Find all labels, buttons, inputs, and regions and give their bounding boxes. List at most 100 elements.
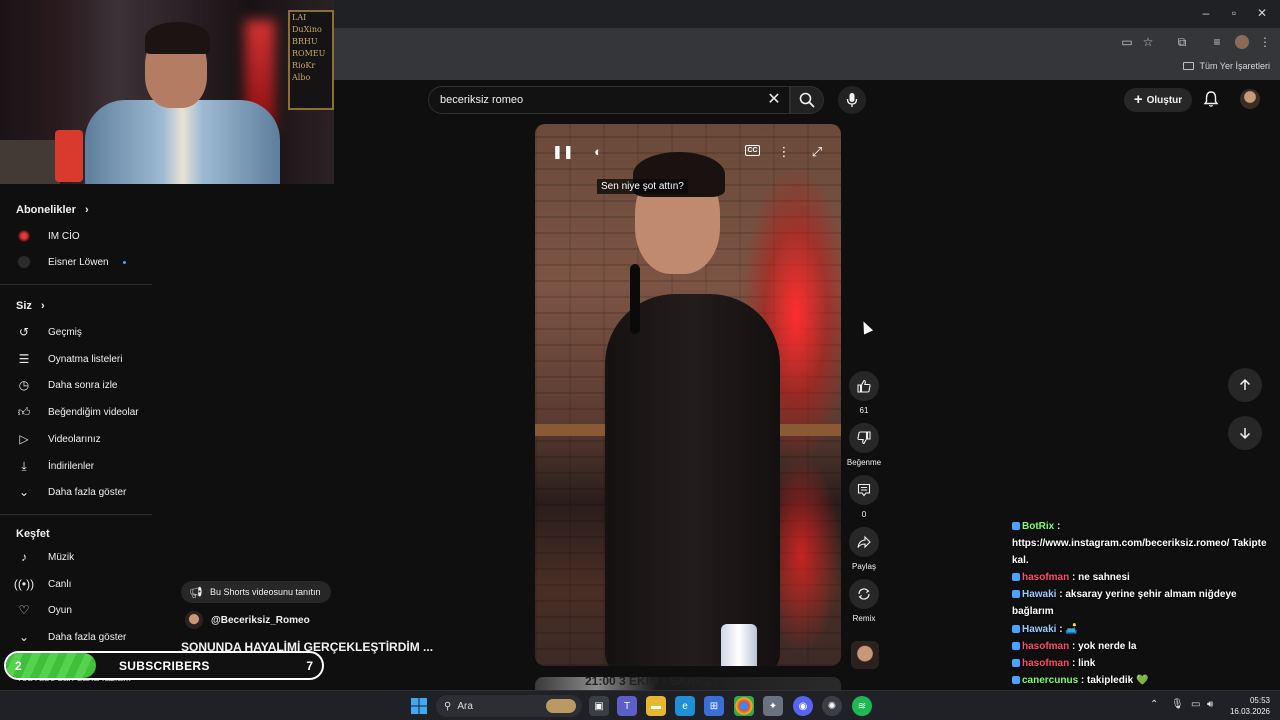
sidebar-item-playlists[interactable]: ☰ Oynatma listeleri	[16, 347, 156, 371]
like-button[interactable]	[849, 371, 879, 401]
sidebar-item-liked-videos[interactable]: 👍︎ Beğendiğim videolar	[16, 400, 156, 424]
channel-label: IM CİO	[48, 230, 80, 242]
tray-volume-icon[interactable]: 🔊︎	[1207, 699, 1213, 710]
captions-icon[interactable]: CC	[745, 145, 760, 156]
shorts-video-player[interactable]: ❚❚ ◐ ⋮ ⤢	[535, 124, 841, 666]
tray-chevron-up-icon[interactable]: ⌃	[1150, 699, 1158, 710]
sidebar-item-history[interactable]: ↺ Geçmiş	[16, 320, 156, 344]
teams-icon[interactable]: T	[617, 696, 637, 716]
comment-icon	[857, 483, 871, 497]
task-view-icon[interactable]: ▣	[589, 696, 609, 716]
chat-message: Hawaki : 🛋️	[1012, 621, 1280, 638]
next-short-preview[interactable]: 21:00 3 EKİM - SAAT 21:0	[535, 677, 841, 690]
media-control-icon[interactable]: ≡	[1210, 35, 1224, 49]
share-label: Paylaş	[851, 562, 876, 571]
discord-icon[interactable]: ◉	[793, 696, 813, 716]
chat-text: https://www.instagram.com/beceriksiz.rom…	[1012, 538, 1267, 567]
chrome-icon[interactable]	[734, 696, 754, 716]
minimize-icon[interactable]: –	[1198, 6, 1214, 20]
windows-start-icon[interactable]	[409, 696, 429, 716]
tray-microphone-icon[interactable]: 🎙︎	[1171, 699, 1184, 710]
chat-text: 🛋️	[1065, 623, 1078, 635]
chat-username: hasofman	[1022, 572, 1070, 584]
close-window-icon[interactable]: ✕	[1254, 6, 1270, 20]
board-line: BRHU	[292, 37, 318, 46]
you-title-text: Siz	[16, 300, 32, 312]
sidebar-item-label: Videolarınız	[48, 433, 101, 445]
bookmarks-bar	[334, 56, 1280, 80]
explore-section-title: Keşfet	[16, 528, 50, 540]
like-count: 61	[859, 406, 869, 415]
bookmark-star-icon[interactable]: ☆	[1141, 35, 1155, 49]
sidebar-item-label: Daha fazla göster	[48, 631, 127, 643]
sidebar-channel-eisner-lowen[interactable]: Eisner Löwen	[16, 250, 156, 274]
you-section-title[interactable]: Siz ›	[16, 300, 45, 312]
short-channel-link[interactable]: @Beceriksiz_Romeo	[185, 611, 310, 629]
edge-icon[interactable]: e	[675, 696, 695, 716]
fullscreen-icon[interactable]: ⤢	[807, 142, 827, 162]
history-icon: ↺	[18, 325, 30, 339]
chat-message: canercunus : takipledik 💚	[1012, 672, 1280, 689]
search-input[interactable]: beceriksiz romeo	[428, 86, 790, 114]
sidebar-item-show-more-explore[interactable]: ⌄ Daha fazla göster	[16, 625, 156, 649]
create-button[interactable]: + Oluştur	[1124, 88, 1192, 112]
tray-network-icon[interactable]: ▭	[1191, 699, 1200, 710]
volume-icon[interactable]: ◐	[588, 142, 608, 162]
maximize-icon[interactable]: ▫	[1226, 6, 1242, 20]
sidebar-item-gaming[interactable]: ♡ Oyun	[16, 598, 156, 622]
chat-username: Hawaki	[1022, 589, 1057, 601]
dislike-button[interactable]	[849, 423, 879, 453]
taskbar-search-placeholder: Ara	[457, 700, 473, 712]
sidebar-item-live[interactable]: ((•)) Canlı	[14, 572, 156, 596]
profile-avatar-icon[interactable]	[1235, 35, 1249, 49]
chat-text: yok nerde la	[1078, 640, 1137, 652]
taskbar-search-input[interactable]: ⚲ Ara	[436, 695, 582, 717]
subscriber-goal-label: SUBSCRIBERS	[119, 659, 210, 673]
share-button[interactable]	[849, 527, 879, 557]
spotify-icon[interactable]: ≋	[852, 696, 872, 716]
file-explorer-icon[interactable]: ▬	[646, 696, 666, 716]
app-icon[interactable]: ✦	[763, 696, 783, 716]
sidebar-item-music[interactable]: ♪ Müzik	[16, 545, 156, 569]
sidebar-item-downloads[interactable]: ⤓ İndirilenler	[16, 454, 156, 478]
all-bookmarks-folder[interactable]: Tüm Yer İşaretleri	[1183, 61, 1270, 71]
channel-thumbnail[interactable]	[851, 641, 879, 669]
taskbar-clock[interactable]: 05:53 16.03.2026	[1226, 695, 1270, 717]
extensions-icon[interactable]: ⧉	[1175, 35, 1189, 49]
sidebar-item-show-more[interactable]: ⌄ Daha fazla göster	[16, 480, 156, 504]
clear-search-icon[interactable]: ✕	[764, 90, 784, 110]
subscriptions-section-title[interactable]: Abonelikler ›	[16, 204, 89, 216]
folder-icon	[1183, 62, 1195, 70]
store-icon[interactable]: ⊞	[704, 696, 724, 716]
sidebar-channel-im-cio[interactable]: IM CİO	[16, 224, 156, 248]
more-options-icon[interactable]: ⋮	[774, 142, 794, 162]
sidebar-divider	[0, 284, 152, 285]
download-icon: ⤓	[21, 458, 27, 473]
chat-text: takipledik 💚	[1087, 674, 1149, 686]
microphone-icon	[846, 93, 858, 107]
remix-button[interactable]	[849, 579, 879, 609]
sidebar-divider	[0, 514, 152, 515]
chevron-right-icon: ›	[84, 204, 89, 216]
webcam-red-lamp	[55, 130, 83, 182]
pause-icon[interactable]: ❚❚	[552, 142, 574, 162]
promote-short-chip[interactable]: 📢︎ Bu Shorts videosunu tanıtın	[181, 581, 331, 603]
cast-icon[interactable]: ▭	[1120, 35, 1134, 49]
new-content-dot	[122, 260, 126, 264]
notifications-bell-icon[interactable]	[1202, 90, 1220, 108]
next-short-button[interactable]	[1228, 416, 1262, 450]
sidebar-item-watch-later[interactable]: ◷ Daha sonra izle	[16, 373, 156, 397]
voice-search-button[interactable]	[838, 86, 866, 114]
board-line: ROMEU	[292, 49, 326, 58]
comments-button[interactable]	[849, 475, 879, 505]
app-icon[interactable]: ✺	[822, 696, 842, 716]
chevron-down-icon: ⌄	[18, 630, 30, 644]
board-line: DuXino	[292, 25, 322, 34]
account-avatar[interactable]	[1240, 89, 1260, 109]
sidebar-item-label: Daha sonra izle	[48, 379, 118, 391]
previous-short-button[interactable]	[1228, 368, 1262, 402]
sidebar-item-your-videos[interactable]: ▷ Videolarınız	[16, 427, 156, 451]
search-button[interactable]	[790, 86, 824, 114]
browser-menu-icon[interactable]: ⋮	[1258, 35, 1272, 49]
subscriber-goal-target: 7	[306, 659, 313, 673]
